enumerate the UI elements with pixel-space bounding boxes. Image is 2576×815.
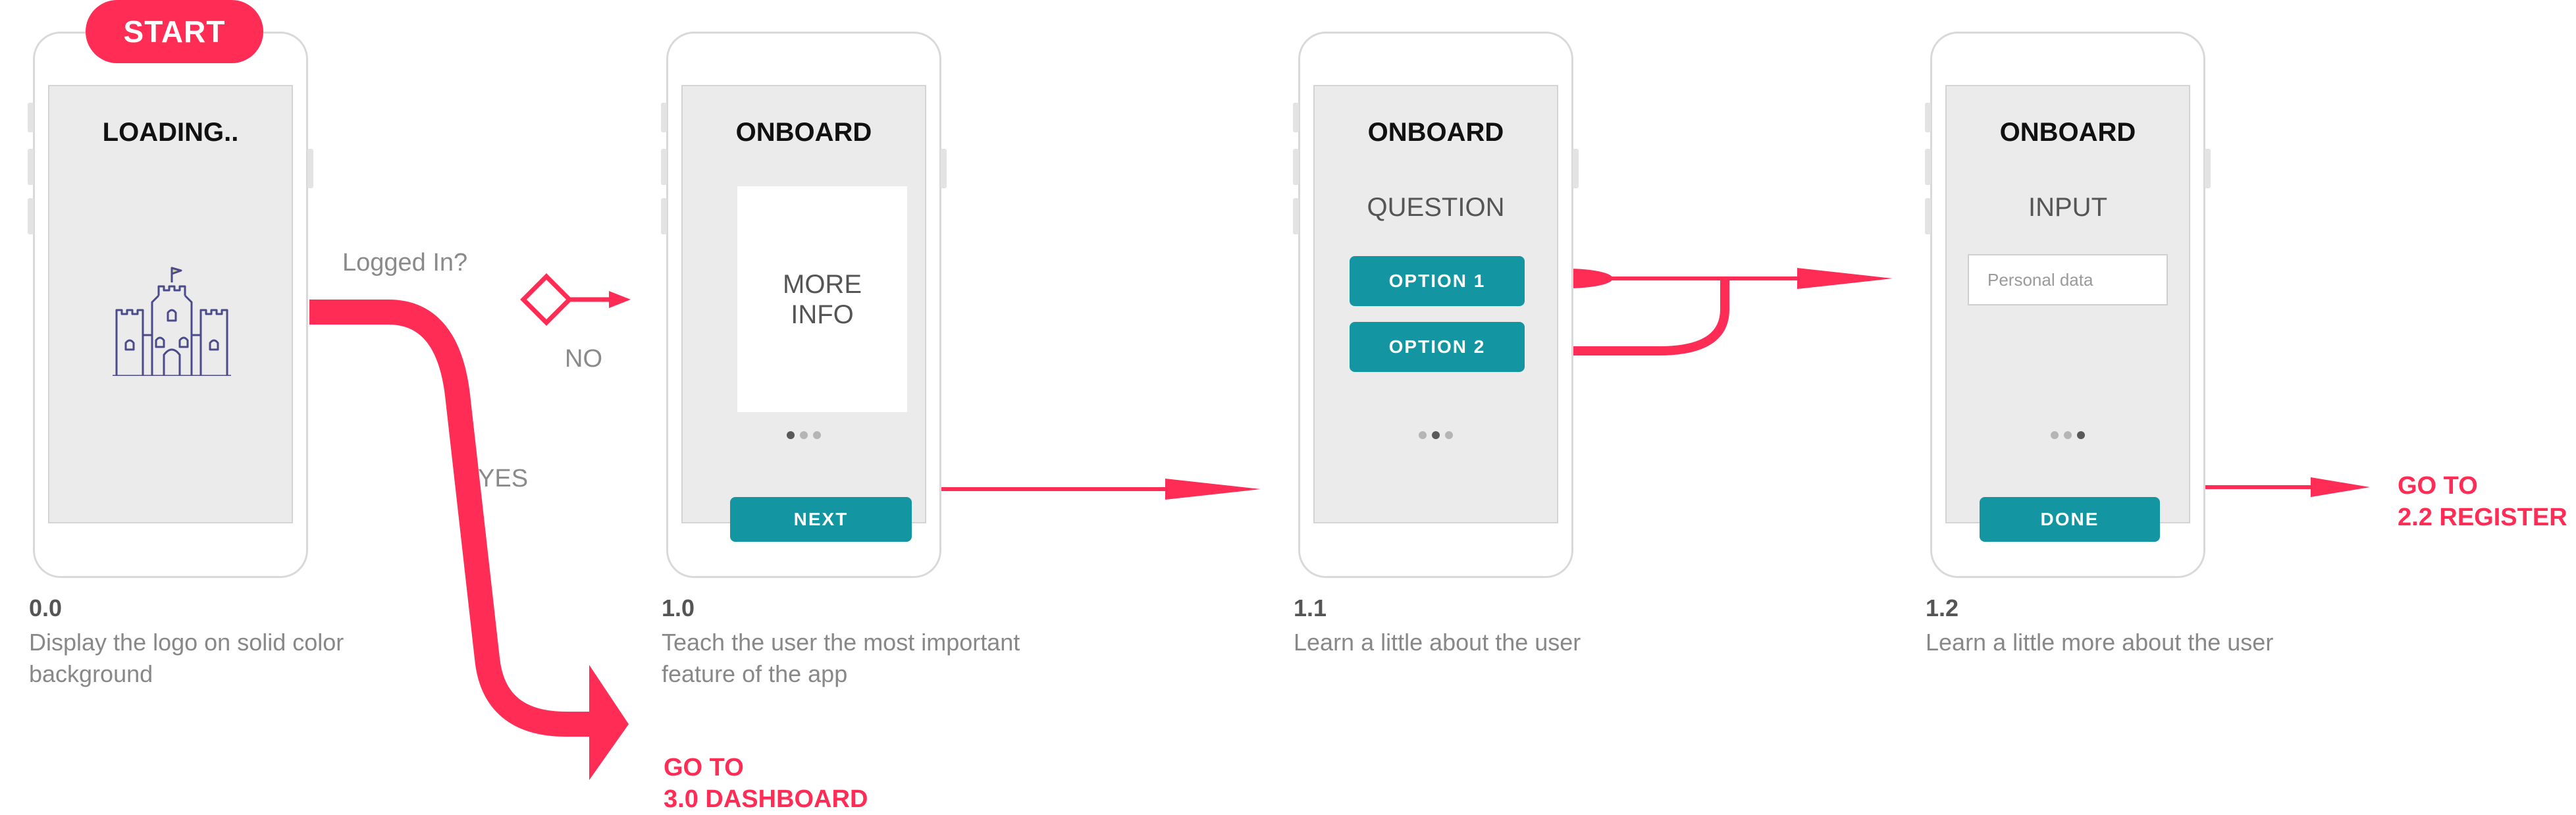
phone-side-button (307, 149, 313, 188)
no-flow-arrowhead (609, 291, 631, 308)
phone-side-button (1925, 198, 1931, 234)
caption-number: 1.1 (1294, 594, 1327, 621)
phone-side-button (661, 149, 667, 185)
phone-side-button (1293, 149, 1299, 185)
phone-1-2: ONBOARD INPUT Personal data DONE (1925, 32, 2211, 578)
caption-number: 0.0 (29, 594, 63, 621)
screen-title: ONBOARD (735, 118, 872, 147)
pagination-dots (1947, 431, 2189, 439)
next-button[interactable]: NEXT (730, 497, 912, 542)
phone-side-button (1925, 103, 1931, 132)
phone-side-button (2205, 149, 2211, 188)
phone-side-button (661, 198, 667, 234)
screen-1-1: ONBOARD QUESTION OPTION 1 OPTION 2 (1313, 85, 1558, 523)
phone-1-1: ONBOARD QUESTION OPTION 1 OPTION 2 (1293, 32, 1579, 578)
info-card: MORE INFO (737, 186, 907, 412)
pagination-dot (2077, 431, 2085, 439)
caption-description: Learn a little about the user (1294, 629, 1581, 656)
goto-register-label: GO TO 2.2 REGISTER (2398, 472, 2567, 531)
screen-subtitle: INPUT (2028, 193, 2107, 222)
option-1-button[interactable]: OPTION 1 (1350, 256, 1525, 306)
screen-title: LOADING.. (102, 118, 239, 147)
decision-no-label: NO (565, 345, 602, 373)
yes-flow-arrowhead (589, 665, 629, 780)
caption-number: 1.2 (1926, 594, 1959, 621)
caption-number: 1.0 (662, 594, 695, 621)
start-badge: START (86, 0, 263, 63)
personal-data-input[interactable]: Personal data (1968, 254, 2168, 305)
phone-1-0: ONBOARD MORE INFO NEXT (661, 32, 947, 578)
phone-side-button (941, 149, 947, 188)
phone-side-button (1293, 103, 1299, 132)
phone-0-0: LOADING.. (28, 32, 313, 578)
pagination-dots (1315, 431, 1557, 439)
phone-side-button (28, 149, 34, 185)
pagination-dot (1445, 431, 1453, 439)
done-flow-arrowhead (2311, 477, 2370, 497)
phone-side-button (1293, 198, 1299, 234)
pagination-dot (2051, 431, 2059, 439)
phone-side-button (1925, 149, 1931, 185)
caption-description: Learn a little more about the user (1926, 629, 2274, 656)
pagination-dots (683, 431, 925, 439)
screen-0-0: LOADING.. (48, 85, 293, 523)
decision-diamond-icon (520, 273, 573, 326)
screen-title: ONBOARD (1999, 118, 2136, 147)
phone-side-button (28, 198, 34, 234)
castle-icon (113, 267, 231, 376)
phone-side-button (661, 103, 667, 132)
decision-yes-label: YES (478, 465, 529, 492)
phone-side-button (28, 103, 34, 132)
option-2-button[interactable]: OPTION 2 (1350, 322, 1525, 372)
pagination-dot (787, 431, 795, 439)
pagination-dot (813, 431, 821, 439)
decision-question-label: Logged In? (342, 249, 468, 276)
pagination-dot (1432, 431, 1440, 439)
pagination-dot (800, 431, 808, 439)
next-flow-arrowhead (1165, 479, 1261, 500)
done-button[interactable]: DONE (1980, 497, 2160, 542)
screen-title: ONBOARD (1367, 118, 1504, 147)
pagination-dot (1419, 431, 1427, 439)
screen-1-0: ONBOARD MORE INFO NEXT (681, 85, 926, 542)
caption-description: Display the logo on solid color backgrou… (29, 629, 344, 687)
options-flow-arrowhead (1797, 268, 1893, 289)
pagination-dot (2064, 431, 2072, 439)
screen-subtitle: QUESTION (1367, 193, 1505, 222)
phone-side-button (1573, 149, 1579, 188)
screen-1-2: ONBOARD INPUT Personal data DONE (1945, 85, 2190, 542)
caption-description: Teach the user the most important featur… (662, 629, 1020, 687)
goto-dashboard-label: GO TO 3.0 DASHBOARD (664, 754, 868, 813)
